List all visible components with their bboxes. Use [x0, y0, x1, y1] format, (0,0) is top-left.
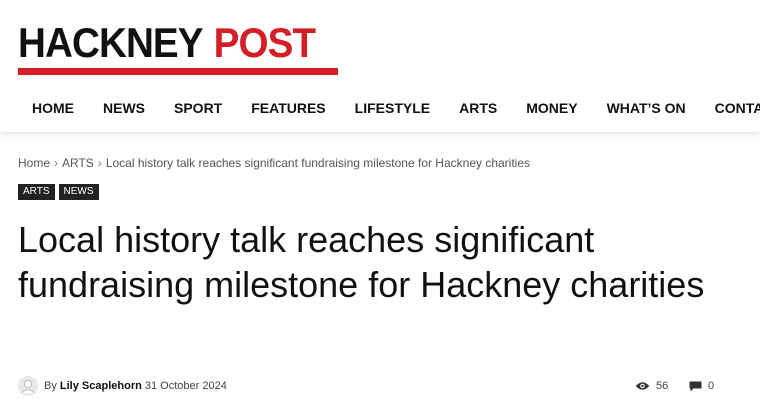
author-line: By Lily Scaplehorn 31 October 2024: [44, 380, 227, 392]
comment-count-value: 0: [708, 380, 715, 392]
nav-item-home[interactable]: HOME: [32, 100, 74, 116]
tag-news[interactable]: NEWS: [58, 184, 99, 200]
nav-item-whats-on[interactable]: WHAT’S ON: [607, 100, 686, 116]
article-title: Local history talk reaches significant f…: [18, 219, 705, 305]
user-avatar-icon[interactable]: [18, 376, 38, 396]
author-name[interactable]: Lily Scaplehorn: [60, 380, 142, 392]
logo-word-post: POST: [213, 19, 316, 66]
breadcrumb: Home › ARTS › Local history talk reaches sig…: [18, 156, 530, 170]
nav-item-sport[interactable]: SPORT: [174, 100, 222, 116]
by-label: By: [44, 380, 57, 392]
nav-item-features[interactable]: FEATURES: [251, 100, 325, 116]
breadcrumb-separator: ›: [54, 156, 59, 170]
category-tags: ARTS NEWS: [18, 184, 103, 200]
tag-arts[interactable]: ARTS: [18, 184, 55, 200]
nav-item-money[interactable]: MONEY: [526, 100, 577, 116]
comment-count[interactable]: 0: [689, 380, 714, 392]
breadcrumb-arts[interactable]: ARTS: [62, 156, 94, 170]
nav-item-arts[interactable]: ARTS: [459, 100, 497, 116]
main-navigation: HOME NEWS SPORT FEATURES LIFESTYLE ARTS …: [0, 84, 760, 132]
comment-icon: [689, 381, 702, 391]
breadcrumb-current: Local history talk reaches significant f…: [105, 156, 531, 170]
nav-item-contact[interactable]: CONTACT: [715, 100, 760, 116]
logo-word-hackney: HACKNEY: [18, 19, 204, 66]
eye-icon: [635, 382, 650, 390]
view-count: 56: [635, 380, 668, 392]
nav-item-news[interactable]: NEWS: [103, 100, 145, 116]
view-count-value: 56: [656, 380, 669, 392]
breadcrumb-home[interactable]: Home: [18, 156, 50, 170]
logo-underline-bar: [18, 68, 338, 75]
site-logo[interactable]: HACKNEY POST: [18, 20, 338, 77]
publish-date: 31 October 2024: [144, 380, 227, 392]
nav-item-lifestyle[interactable]: LIFESTYLE: [355, 100, 430, 116]
breadcrumb-separator: ›: [97, 156, 102, 170]
article-meta: By Lily Scaplehorn 31 October 2024 56 0: [18, 376, 718, 398]
